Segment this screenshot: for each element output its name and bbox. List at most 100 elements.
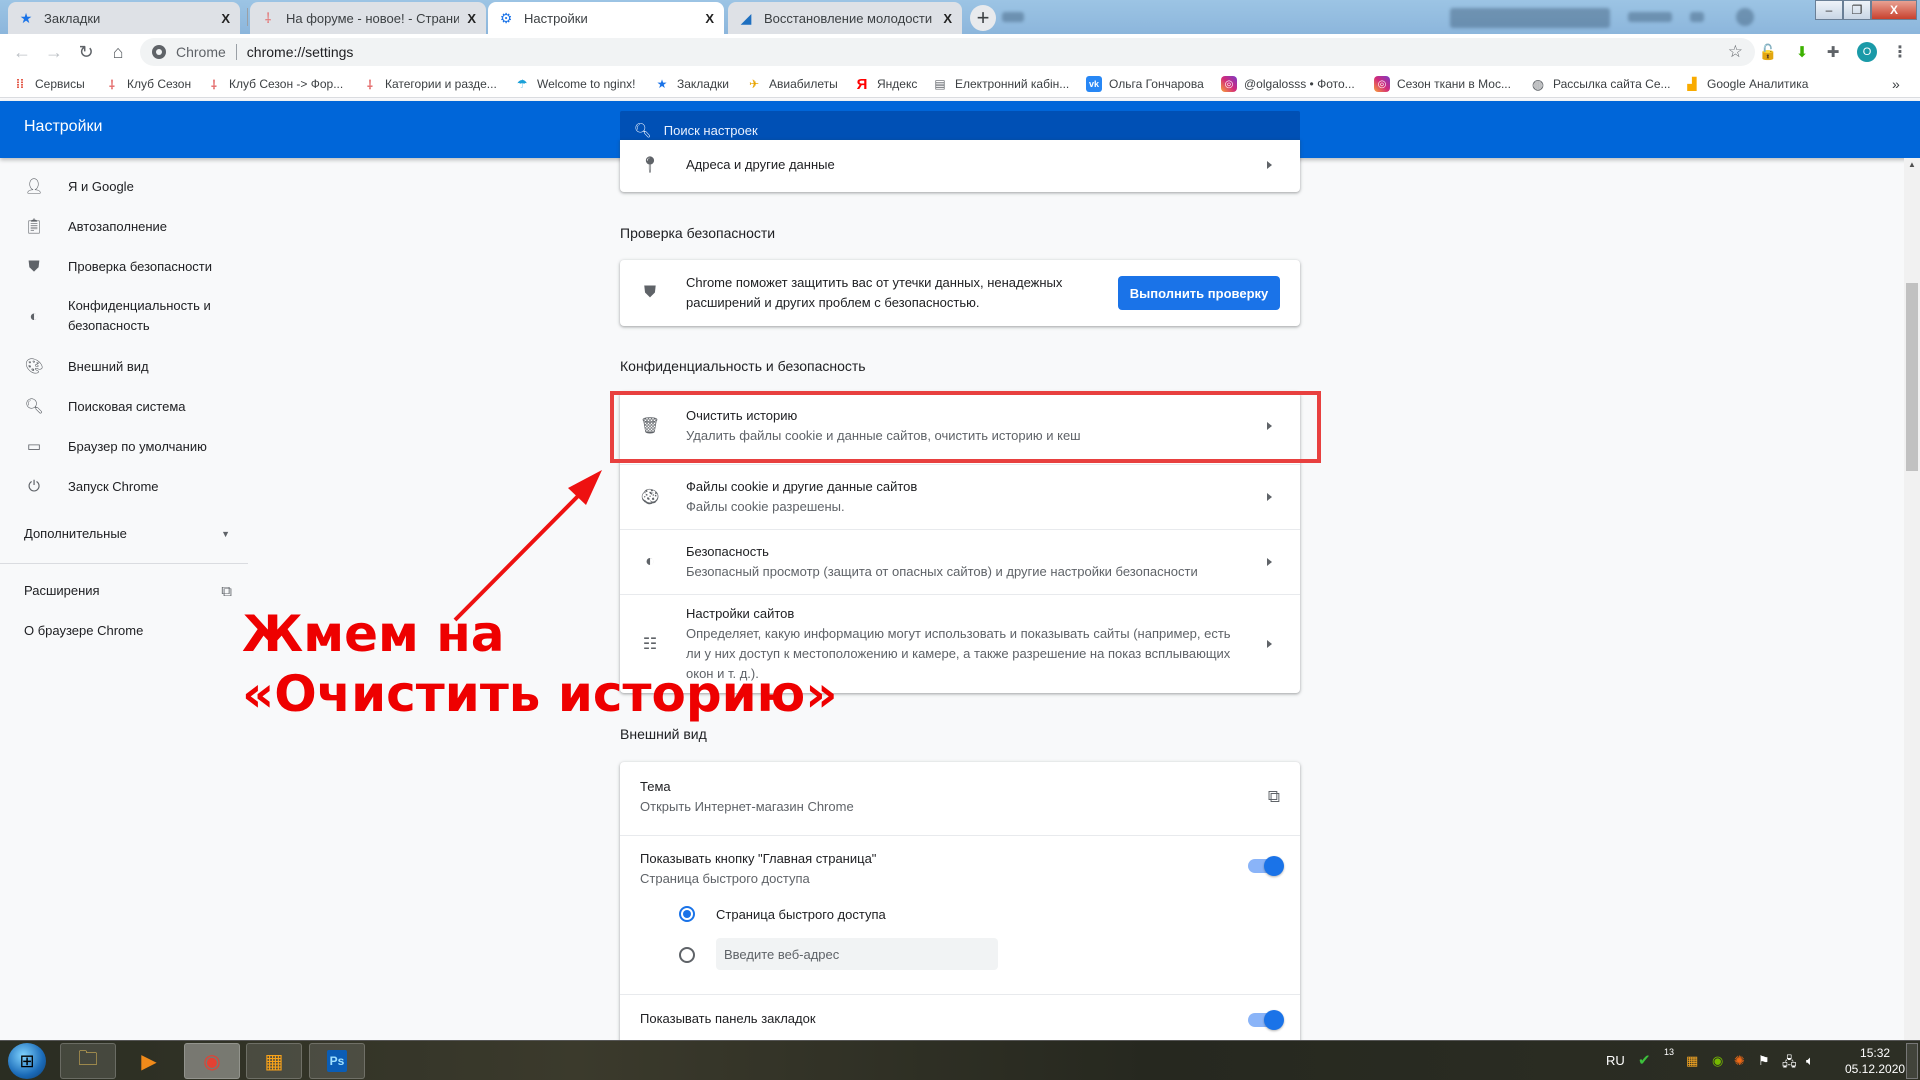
security-row[interactable]: ◐ Безопасность Безопасный просмотр (защит… [620, 529, 1300, 594]
sidebar-item-appearance[interactable]: 🎨︎ Внешний вид [0, 356, 148, 376]
tab-forum[interactable]: ⸸ На форуме - новое! - Страница X [250, 2, 486, 34]
bookmark-star-icon[interactable]: ☆ [1728, 42, 1743, 62]
tab-strip: ★ Закладки X ⸸ На форуме - новое! - Стра… [0, 0, 1920, 34]
url-text[interactable]: chrome://settings [247, 44, 354, 60]
sidebar-item-autofill[interactable]: 📋︎ Автозаполнение [0, 216, 167, 236]
volume-icon[interactable]: 🔈︎ [1806, 1053, 1814, 1069]
site-label: Chrome [176, 44, 226, 60]
bookmarks-overflow-button[interactable]: » [1892, 75, 1900, 93]
arrow-right-icon [1267, 161, 1272, 169]
close-window-button[interactable]: X [1871, 0, 1917, 20]
reload-button[interactable]: ↻ [74, 40, 98, 64]
sidebar-advanced-toggle[interactable]: Дополнительные ▼ [24, 526, 230, 541]
back-button[interactable]: ← [10, 40, 34, 64]
club-sezon-icon: ⸸ [211, 77, 217, 92]
taskbar-media-player[interactable]: ▶ [121, 1043, 177, 1079]
signal-badge[interactable]: 13 [1664, 1047, 1674, 1057]
download-extension-icon[interactable]: ⬇ [1792, 42, 1812, 62]
bookmark-item[interactable]: ☂ Welcome to nginx! [514, 75, 636, 93]
network-icon[interactable]: 🖧︎ [1782, 1053, 1797, 1075]
close-tab-icon[interactable]: X [221, 11, 230, 26]
tab-search-icon[interactable] [1002, 12, 1024, 22]
star-icon: ★ [19, 9, 33, 26]
more-menu-icon[interactable]: ⋮ [1890, 42, 1910, 62]
home-url-input[interactable]: Введите веб-адрес [716, 938, 998, 970]
home-button-row: Показывать кнопку "Главная страница" Стра… [620, 836, 1300, 902]
home-button[interactable]: ⌂ [106, 40, 130, 64]
bookmark-item[interactable]: ◎ Сезон ткани в Мос... [1374, 75, 1511, 93]
start-button[interactable]: ⊞ [8, 1043, 46, 1079]
sidebar-item-about-chrome[interactable]: О браузере Chrome [24, 623, 143, 638]
yandex-icon: Я [856, 75, 868, 93]
tab-settings[interactable]: ⚙ Настройки X [488, 2, 724, 34]
addresses-row[interactable]: 📍︎ Адреса и другие данные [620, 150, 1300, 180]
bookmark-label: Google Аналитика [1707, 77, 1809, 91]
bookmark-item[interactable]: vk Ольга Гончарова [1086, 75, 1204, 93]
shield-half-icon: ◐ [645, 552, 655, 570]
page-title: Настройки [24, 118, 103, 135]
show-desktop-button[interactable] [1906, 1043, 1918, 1079]
sidebar-item-default-browser[interactable]: ▭ Браузер по умолчанию [0, 436, 207, 456]
avast-icon[interactable]: ✺ [1734, 1053, 1745, 1069]
theme-row[interactable]: Тема Открыть Интернет-магазин Chrome ⧉ [620, 772, 1300, 822]
close-tab-icon[interactable]: X [705, 11, 714, 26]
antivirus-check-icon[interactable]: ✔ [1638, 1051, 1651, 1069]
bookmark-item[interactable]: ⸸ Клуб Сезон [104, 75, 191, 93]
bookmark-item[interactable]: ⸸ Клуб Сезон -> Фор... [206, 75, 343, 93]
bookmarks-bar-toggle[interactable] [1248, 1010, 1284, 1030]
language-indicator[interactable]: RU [1606, 1053, 1625, 1068]
home-button-toggle[interactable] [1248, 856, 1284, 876]
location-pin-icon: 📍︎ [639, 157, 661, 174]
bookmark-item[interactable]: Я Яндекс [854, 75, 918, 93]
section-title-privacy: Конфиденциальность и безопасность [620, 358, 866, 374]
taskbar-firewall[interactable]: ▦ [246, 1043, 302, 1079]
maximize-button[interactable]: ❐ [1843, 0, 1871, 20]
bookmark-label: Клуб Сезон [127, 77, 192, 91]
vk-unlock-extension-icon[interactable]: 🔓 [1758, 42, 1778, 62]
clock-time: 15:32 [1860, 1046, 1891, 1060]
action-center-flag-icon[interactable]: ⚑ [1758, 1053, 1770, 1069]
bookmark-item[interactable]: ◍ Рассылка сайта Се... [1530, 75, 1671, 93]
search-icon: 🔍︎ [634, 121, 652, 138]
cookies-row[interactable]: 🍪︎ Файлы cookie и другие данные сайтов Фа… [620, 464, 1300, 529]
bookmark-item[interactable]: ⁞⁞ Сервисы [12, 75, 85, 93]
forward-button[interactable]: → [42, 40, 66, 64]
puzzle-extensions-icon[interactable]: ✚ [1823, 42, 1843, 62]
row-subtitle: Файлы cookie разрешены. [686, 498, 845, 514]
sidebar-item-you-and-google[interactable]: 👤︎ Я и Google [0, 176, 133, 196]
scroll-up-arrow-icon[interactable]: ▲ [1904, 160, 1920, 174]
safety-check-text: Chrome поможет защитить вас от утечки да… [686, 275, 1063, 310]
radio-custom-url[interactable] [679, 947, 695, 963]
system-clock[interactable]: 15:32 05.12.2020 [1845, 1045, 1905, 1077]
taskbar-photoshop[interactable]: Ps [309, 1043, 365, 1079]
nvidia-icon[interactable]: ◉ [1712, 1053, 1723, 1069]
bookmark-item[interactable]: ✈ Авиабилеты [746, 75, 838, 93]
sidebar-item-search-engine[interactable]: 🔍︎ Поисковая система [0, 396, 185, 416]
bookmark-item[interactable]: ⸸ Категории и разде... [362, 75, 497, 93]
tab-bookmarks[interactable]: ★ Закладки X [8, 2, 240, 34]
minimize-button[interactable]: – [1815, 0, 1843, 20]
run-safety-check-button[interactable]: Выполнить проверку [1118, 276, 1280, 310]
close-tab-icon[interactable]: X [467, 11, 476, 26]
radio-new-tab-page[interactable] [679, 906, 695, 922]
scrollbar-thumb[interactable] [1906, 283, 1918, 471]
taskbar-explorer[interactable]: 🗀 [60, 1043, 116, 1079]
new-tab-button[interactable]: + [970, 5, 996, 31]
firewall-tray-icon[interactable]: ▦ [1686, 1053, 1698, 1069]
sidebar-item-extensions[interactable]: Расширения ⧉ [24, 583, 232, 600]
close-tab-icon[interactable]: X [943, 11, 952, 26]
bookmark-item[interactable]: ◎ @olgalosss • Фото... [1221, 75, 1355, 93]
bookmark-item[interactable]: ▤ Електронний кабін... [932, 75, 1069, 93]
open-external-icon[interactable]: ⧉ [1268, 787, 1280, 807]
bookmark-item[interactable]: ▟ Google Аналитика [1684, 75, 1808, 93]
tab-rejuvenation[interactable]: ◢ Восстановление молодости лиц X [728, 2, 962, 34]
sidebar-item-privacy[interactable]: ◐ Конфиденциальность и безопасность [0, 296, 250, 336]
sidebar-item-safety-check[interactable]: ⛊ Проверка безопасности [0, 256, 212, 276]
profile-avatar[interactable]: O [1857, 42, 1877, 62]
sidebar-item-on-startup[interactable]: ⏻ Запуск Chrome [0, 476, 158, 496]
row-title: Безопасность [686, 543, 769, 559]
bookmark-label: Клуб Сезон -> Фор... [229, 77, 344, 91]
taskbar-chrome[interactable]: ◉ [184, 1043, 240, 1079]
address-bar[interactable]: Chrome chrome://settings ☆ [140, 38, 1755, 66]
bookmark-item[interactable]: ★ Закладки [654, 75, 729, 93]
